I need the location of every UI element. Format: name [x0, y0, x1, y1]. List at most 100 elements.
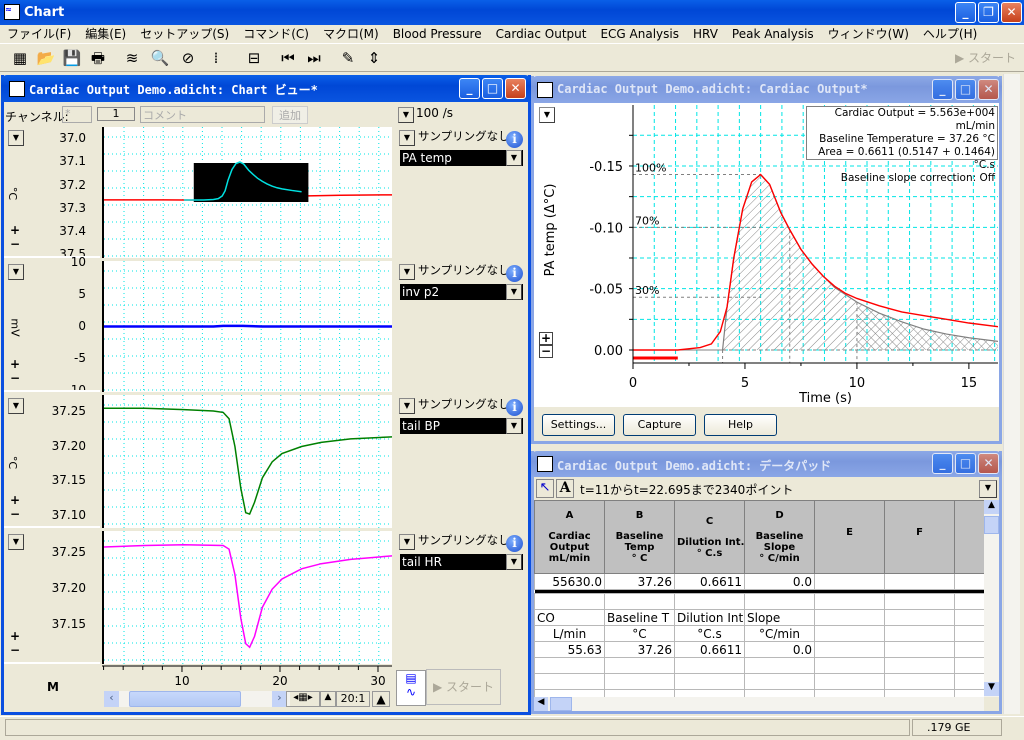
chart-view-icon[interactable]: ≋ — [120, 47, 144, 69]
cell[interactable] — [744, 593, 815, 610]
chevron-down-icon[interactable]: ▼ — [506, 150, 522, 166]
channel-plot[interactable] — [102, 531, 392, 664]
compress-button[interactable]: ▲ — [320, 691, 336, 707]
chevron-down-icon[interactable]: ▼ — [506, 418, 522, 434]
chart-view-maximize[interactable]: □ — [482, 78, 503, 99]
cell[interactable] — [954, 689, 984, 697]
cell[interactable] — [814, 673, 885, 690]
channel-function-dropdown[interactable]: ▼ — [8, 130, 24, 146]
cell[interactable] — [814, 593, 885, 610]
cell[interactable] — [534, 593, 605, 610]
cell[interactable] — [884, 657, 955, 674]
cell[interactable] — [674, 689, 745, 697]
channel-spinner[interactable]: * — [62, 106, 92, 123]
chart-view-close[interactable]: ✕ — [505, 78, 526, 99]
column-header[interactable]: B Baseline Temp ° C — [604, 500, 675, 574]
channel-plot[interactable] — [102, 261, 392, 392]
rate-dropdown[interactable]: ▼ — [398, 107, 414, 123]
scroll-up-button[interactable]: ▲ — [984, 500, 999, 514]
cell[interactable] — [534, 673, 605, 690]
channel-plot[interactable] — [102, 395, 392, 528]
cell[interactable] — [674, 673, 745, 690]
cell[interactable] — [604, 593, 675, 610]
xy-view-icon[interactable]: ⊘ — [176, 47, 200, 69]
channel-function-dropdown[interactable]: ▼ — [8, 534, 24, 550]
column-header[interactable]: D Baseline Slope ° C/min — [744, 500, 815, 574]
menu-item[interactable]: Blood Pressure — [386, 25, 489, 44]
print-icon[interactable]: 🖶 — [86, 47, 110, 69]
sampling-dropdown[interactable]: ▼ — [399, 130, 415, 146]
cell[interactable] — [814, 625, 885, 642]
menu-item[interactable]: セットアップ(S) — [133, 25, 236, 44]
cell[interactable]: 0.6611 — [674, 573, 745, 590]
cell[interactable] — [884, 673, 955, 690]
cell[interactable]: 0.0 — [744, 573, 815, 590]
cell[interactable]: °C/min — [744, 625, 815, 642]
info-icon[interactable]: i — [506, 535, 523, 552]
menu-item[interactable]: ウィンドウ(W) — [821, 25, 916, 44]
scroll-left-button[interactable]: ‹ — [104, 691, 119, 707]
co-zoom-out[interactable]: − — [539, 345, 553, 358]
chevron-down-icon[interactable]: ▼ — [506, 284, 522, 300]
go-end-icon[interactable]: ⏭ — [302, 47, 326, 69]
pointer-tool-icon[interactable]: ↖ — [536, 479, 554, 498]
split-icon[interactable]: ⇕ — [362, 47, 386, 69]
scroll-down-button[interactable]: ▼ — [984, 682, 999, 696]
channel-function-dropdown[interactable]: ▼ — [8, 398, 24, 414]
scale-down-button[interactable]: − — [8, 372, 22, 386]
chevron-down-icon[interactable]: ▼ — [506, 554, 522, 570]
datapad-maximize[interactable]: □ — [955, 453, 976, 474]
menu-item[interactable]: ECG Analysis — [593, 25, 686, 44]
cell[interactable] — [744, 657, 815, 674]
cell[interactable] — [954, 593, 984, 610]
co-options-dropdown[interactable]: ▼ — [539, 107, 555, 123]
scroll-thumb[interactable] — [129, 691, 241, 707]
sampling-dropdown[interactable]: ▼ — [399, 534, 415, 550]
cell[interactable] — [814, 609, 885, 626]
datapad-horizontal-scrollbar[interactable]: ◀ — [534, 697, 984, 711]
cell[interactable] — [884, 625, 955, 642]
expand-button[interactable]: ▲ — [372, 691, 390, 707]
cell[interactable] — [674, 657, 745, 674]
channel-title-select[interactable]: inv p2 ▼ — [400, 284, 523, 300]
sampling-dropdown[interactable]: ▼ — [399, 264, 415, 280]
cell[interactable]: 55.63 — [534, 641, 605, 658]
cell[interactable] — [884, 641, 955, 658]
chart-view-minimize[interactable]: _ — [459, 78, 480, 99]
chart-start-button[interactable]: ▶ スタート — [426, 669, 501, 705]
scroll-right-button[interactable]: › — [272, 691, 287, 707]
info-icon[interactable]: i — [506, 265, 523, 282]
datapad-close[interactable]: ✕ — [978, 453, 999, 474]
cell[interactable]: Dilution Int — [674, 609, 745, 626]
menu-item[interactable]: 編集(E) — [78, 25, 133, 44]
co-close[interactable]: ✕ — [978, 79, 999, 100]
marker-icon[interactable]: M — [46, 680, 60, 694]
scale-down-button[interactable]: − — [8, 508, 22, 522]
scroll-thumb[interactable] — [550, 697, 572, 711]
channel-title-select[interactable]: tail HR ▼ — [400, 554, 523, 570]
cell[interactable] — [744, 673, 815, 690]
datapad-vertical-scrollbar[interactable]: ▲ ▼ — [984, 500, 999, 697]
cell[interactable] — [814, 657, 885, 674]
cell[interactable] — [604, 657, 675, 674]
cell[interactable] — [884, 609, 955, 626]
open-folder-icon[interactable]: 📂 — [34, 47, 58, 69]
cell[interactable] — [604, 689, 675, 697]
column-header[interactable]: F — [884, 500, 955, 574]
save-icon[interactable]: 💾 — [60, 47, 84, 69]
cell[interactable] — [954, 641, 984, 658]
scale-down-button[interactable]: − — [8, 644, 22, 658]
column-header[interactable]: E — [814, 500, 885, 574]
channel-function-dropdown[interactable]: ▼ — [8, 264, 24, 280]
info-icon[interactable]: i — [506, 131, 523, 148]
cell[interactable]: Slope — [744, 609, 815, 626]
co-minimize[interactable]: _ — [932, 79, 953, 100]
minimize-button[interactable]: _ — [955, 2, 976, 23]
record-mode-icon[interactable]: ▤ ∿ — [396, 670, 426, 706]
channel-title-select[interactable]: tail BP ▼ — [400, 418, 523, 434]
cell[interactable] — [534, 657, 605, 674]
datapad-dropdown[interactable]: ▼ — [979, 480, 997, 498]
horizontal-scrollbar[interactable]: ‹ › — [104, 691, 290, 707]
cell[interactable] — [954, 657, 984, 674]
cell[interactable] — [954, 573, 984, 590]
